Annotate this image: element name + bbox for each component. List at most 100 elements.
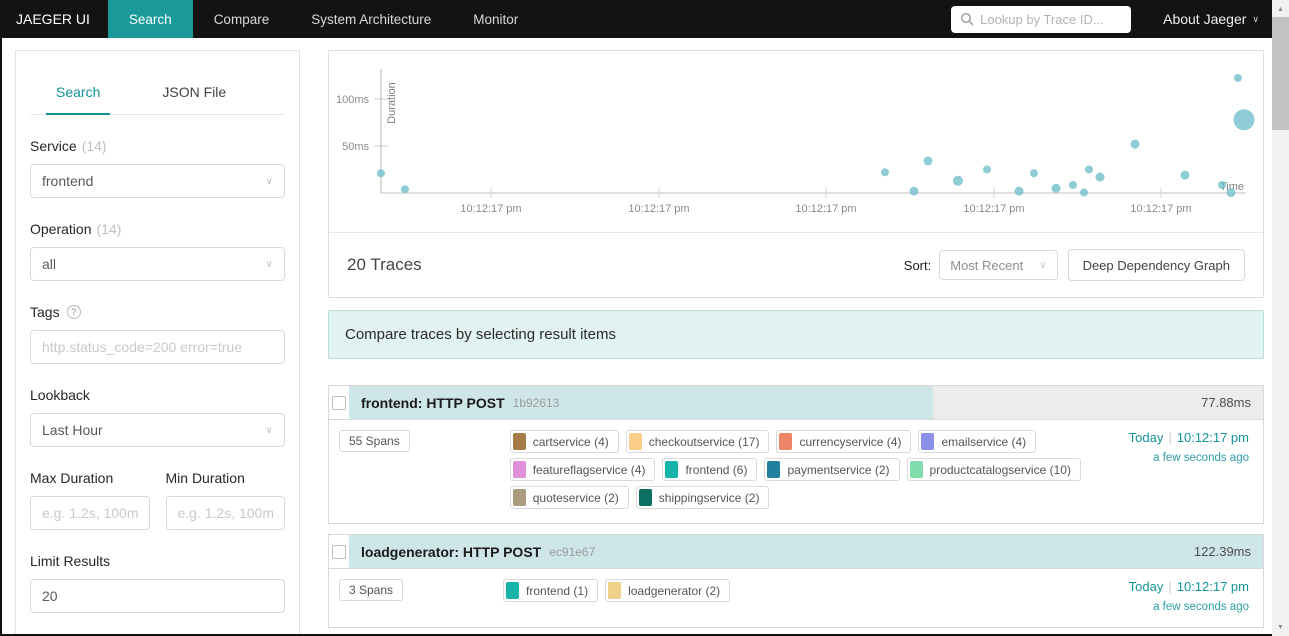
trace-title: frontend: HTTP POST [361, 394, 505, 411]
service-tag-list: cartservice (4) checkoutservice (17) curre… [509, 430, 1129, 509]
trace-title: loadgenerator: HTTP POST [361, 543, 542, 560]
chevron-down-icon: ∨ [1252, 13, 1259, 24]
trace-date: Today [1128, 579, 1164, 594]
tab-search[interactable]: Search [46, 76, 111, 115]
svg-text:10:12:17 pm: 10:12:17 pm [795, 203, 856, 215]
min-duration-input[interactable] [165, 496, 285, 530]
about-jaeger-label: About Jaeger [1163, 11, 1247, 27]
trace-header-content: frontend: HTTP POST 1b92613 77.88ms [349, 395, 1263, 411]
trace-date: Today [1128, 430, 1164, 445]
sort-select[interactable]: Most Recent ∨ [939, 250, 1058, 280]
about-jaeger-menu[interactable]: About Jaeger ∨ [1163, 11, 1259, 27]
nav-item-monitor[interactable]: Monitor [452, 0, 539, 38]
service-color-swatch [512, 489, 526, 506]
lookback-select[interactable]: Last Hour ∨ [30, 413, 285, 447]
trace-card-body: 3 Spans frontend (1) loadgenerator (2) To… [329, 569, 1263, 627]
trace-timestamp: Today | 10:12:17 pm a few seconds ago [1129, 430, 1249, 464]
date-separator: | [1168, 579, 1172, 594]
operation-label: Operation (14) [30, 221, 122, 237]
scrollbar-thumb[interactable] [1272, 17, 1289, 130]
service-color-swatch [512, 461, 526, 478]
trace-id-search-input[interactable] [980, 11, 1123, 27]
service-color-swatch [628, 433, 642, 450]
search-sidebar: Search JSON File Service (14) frontend ∨… [15, 50, 300, 636]
checkbox-cell [329, 535, 349, 568]
chevron-down-icon: ∨ [265, 424, 273, 436]
service-color-swatch [921, 433, 935, 450]
top-nav: JAEGER UI Search Compare System Architec… [0, 0, 1289, 38]
trace-id-search-box[interactable] [951, 5, 1132, 33]
span-count-chip: 55 Spans [339, 430, 410, 452]
service-tag-list: frontend (1) loadgenerator (2) [503, 579, 1129, 602]
service-color-swatch [767, 461, 781, 478]
trace-relative-time: a few seconds ago [1153, 452, 1249, 464]
service-color-swatch [665, 461, 679, 478]
trace-id: 1b92613 [512, 395, 560, 410]
operation-select[interactable]: all ∨ [30, 247, 285, 281]
nav-item-compare[interactable]: Compare [193, 0, 291, 38]
service-tag: checkoutservice (17) [625, 430, 770, 453]
service-select[interactable]: frontend ∨ [30, 164, 285, 198]
nav-item-search[interactable]: Search [107, 0, 193, 38]
trace-id: ec91e67 [549, 544, 596, 559]
chevron-down-icon: ∨ [1039, 259, 1047, 271]
service-tag: frontend (6) [662, 458, 758, 481]
service-tag: emailservice (4) [918, 430, 1037, 453]
trace-time: 10:12:17 pm [1176, 430, 1249, 445]
trace-time: 10:12:17 pm [1176, 579, 1249, 594]
service-color-swatch [909, 461, 923, 478]
search-icon [960, 12, 974, 26]
scroll-down-icon[interactable]: ▼ [1272, 620, 1289, 634]
window-edge-left [0, 0, 2, 636]
chevron-down-icon: ∨ [265, 258, 273, 270]
service-tag: loadgenerator (2) [605, 579, 731, 602]
help-icon[interactable]: ? [66, 305, 81, 319]
svg-text:10:12:17 pm: 10:12:17 pm [1130, 203, 1191, 215]
trace-link[interactable]: frontend: HTTP POST 1b92613 77.88ms [329, 386, 1263, 420]
svg-text:10:12:17 pm: 10:12:17 pm [963, 203, 1024, 215]
limit-results-label: Limit Results [30, 553, 111, 569]
trace-card-body: 55 Spans cartservice (4) checkoutservice … [329, 420, 1263, 523]
scroll-up-icon[interactable]: ▲ [1272, 2, 1289, 16]
results-panel: 50ms 100ms 10:12:17 pm 10:12:17 pm 10:12:17 … [328, 50, 1264, 298]
trace-link[interactable]: loadgenerator: HTTP POST ec91e67 122.39m… [329, 535, 1263, 569]
svg-text:10:12:17 pm: 10:12:17 pm [460, 203, 521, 215]
service-color-swatch [608, 582, 622, 599]
operation-select-value: all [42, 256, 57, 272]
vertical-scrollbar[interactable]: ▲ ▼ [1272, 0, 1289, 636]
chevron-down-icon: ∨ [265, 175, 273, 187]
compare-banner: Compare traces by selecting result items [328, 310, 1264, 359]
service-color-swatch [512, 433, 526, 450]
trace-header-content: loadgenerator: HTTP POST ec91e67 122.39m… [349, 544, 1263, 560]
tags-label: Tags ? [30, 304, 285, 320]
duration-scatter-chart[interactable]: 50ms 100ms 10:12:17 pm 10:12:17 pm 10:12:17 … [329, 51, 1263, 233]
deep-dependency-graph-button[interactable]: Deep Dependency Graph [1067, 249, 1245, 281]
max-duration-label: Max Duration [30, 470, 114, 486]
svg-text:10:12:17 pm: 10:12:17 pm [628, 203, 689, 215]
trace-result-card: loadgenerator: HTTP POST ec91e67 122.39m… [328, 534, 1264, 628]
svg-text:100ms: 100ms [336, 94, 370, 106]
sort-label: Sort: [903, 257, 932, 273]
checkbox-cell [329, 386, 349, 419]
span-count-chip: 3 Spans [339, 579, 404, 601]
max-duration-input[interactable] [30, 496, 150, 530]
svg-text:50ms: 50ms [342, 141, 369, 153]
nav-item-system-architecture[interactable]: System Architecture [290, 0, 452, 38]
main-content: 50ms 100ms 10:12:17 pm 10:12:17 pm 10:12:17 … [328, 50, 1264, 636]
trace-result-card: frontend: HTTP POST 1b92613 77.88ms 55 S… [328, 385, 1264, 524]
lookback-label: Lookback [30, 387, 90, 403]
service-select-value: frontend [42, 173, 94, 189]
trace-timestamp: Today | 10:12:17 pm a few seconds ago [1129, 579, 1249, 613]
service-tag: quoteservice (2) [509, 486, 629, 509]
limit-results-input[interactable] [30, 579, 285, 613]
min-duration-label: Min Duration [165, 470, 245, 486]
app-logo: JAEGER UI [16, 11, 90, 27]
service-tag: productcatalogservice (10) [906, 458, 1081, 481]
trace-compare-checkbox[interactable] [332, 544, 346, 559]
trace-count: 20 Traces [347, 255, 422, 274]
tags-input[interactable] [30, 330, 285, 364]
service-color-swatch [638, 489, 652, 506]
trace-relative-time: a few seconds ago [1153, 601, 1249, 613]
trace-compare-checkbox[interactable] [332, 395, 346, 410]
tab-json-file[interactable]: JSON File [152, 76, 236, 114]
